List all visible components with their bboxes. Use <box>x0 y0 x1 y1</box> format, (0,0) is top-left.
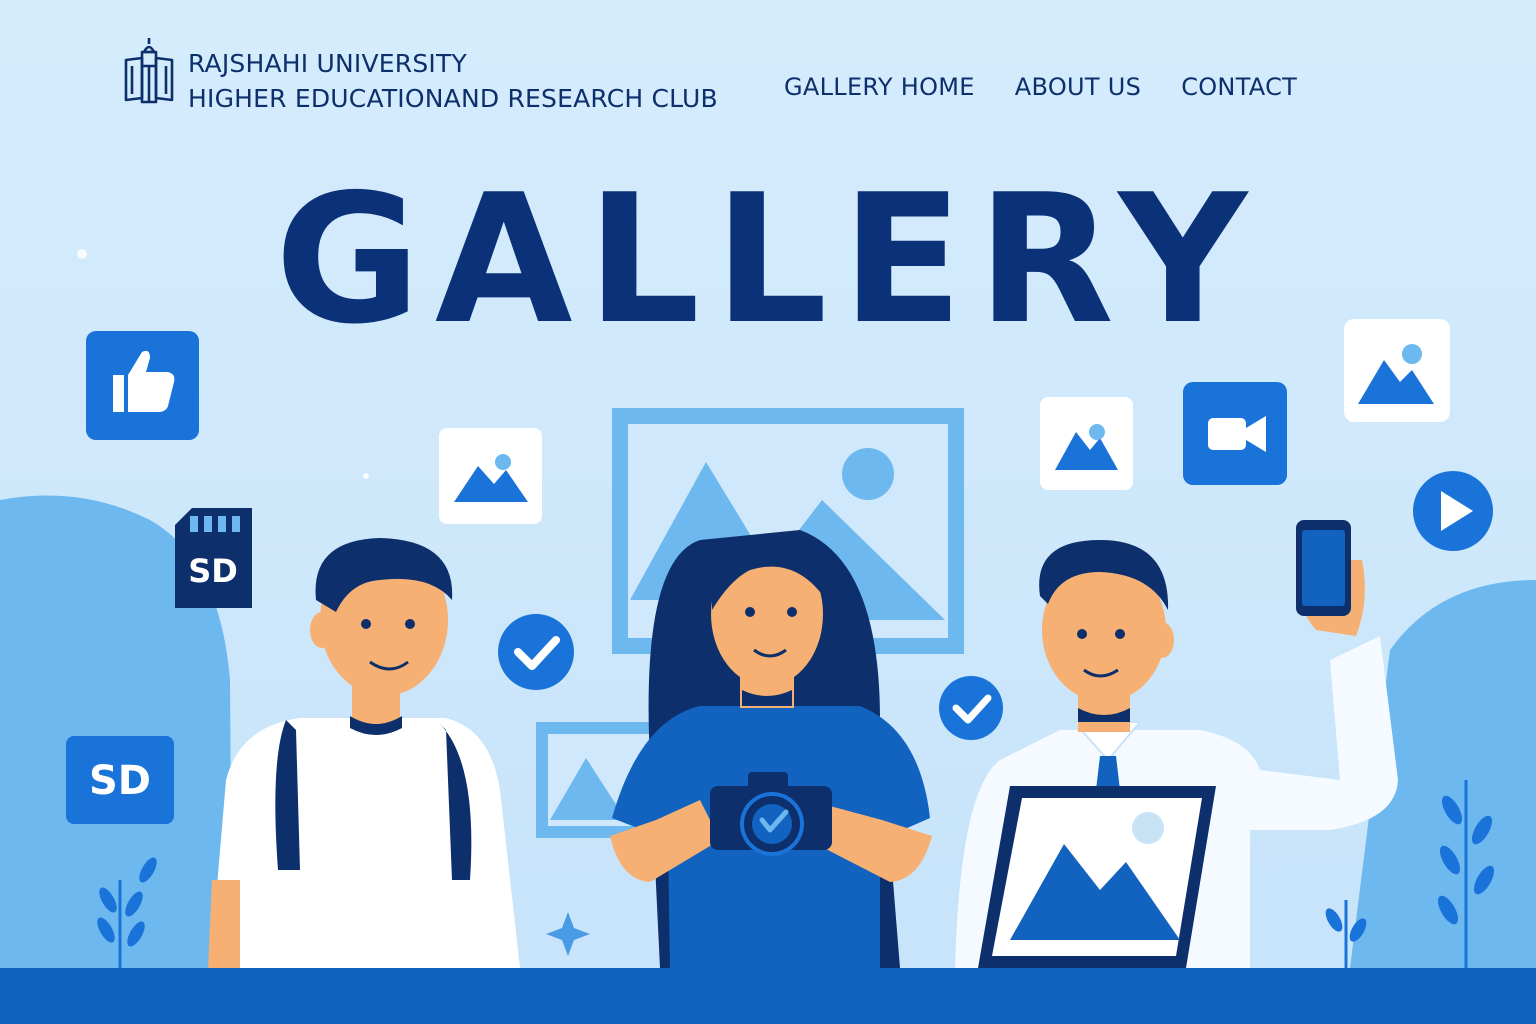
play-icon <box>1413 471 1493 551</box>
check-circle-icon <box>498 614 574 690</box>
sparkle-dot <box>363 473 369 479</box>
image-icon <box>439 428 542 524</box>
check-circle-icon <box>939 676 1003 740</box>
image-icon <box>1040 397 1133 490</box>
sparkle-star-icon <box>546 912 590 956</box>
image-icon <box>1344 319 1450 422</box>
sd-card-icon: SD <box>175 508 252 608</box>
person-professional-right <box>955 520 1398 968</box>
video-camera-icon <box>1183 382 1287 485</box>
sd-tile-icon: SD <box>66 736 174 824</box>
photo-frame-board <box>978 786 1216 968</box>
sd-tile-label: SD <box>89 758 151 804</box>
footer-bar <box>0 968 1536 1024</box>
sd-card-label: SD <box>188 552 238 590</box>
smartphone-icon <box>1296 520 1351 616</box>
hero-illustration: SD SD <box>0 249 1536 970</box>
person-student-left <box>208 538 520 970</box>
thumbs-up-icon <box>86 331 199 440</box>
sparkle-dot <box>77 249 87 259</box>
